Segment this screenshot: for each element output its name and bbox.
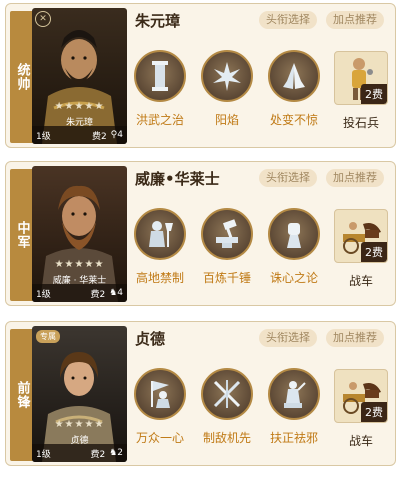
unit-slot[interactable]: 2费 战车 (333, 209, 389, 289)
points-recommend-button[interactable]: 加点推荐 (326, 329, 384, 347)
unit-cost: 2费 (361, 402, 387, 422)
general-card: 前锋 专属 ★★★★★ 贞德 1级 费2 ♞ 2 贞德 头衔选择 加点推荐 万众… (5, 321, 396, 466)
title-select-button[interactable]: 头衔选择 (259, 169, 317, 187)
skill-label: 处变不惊 (269, 113, 318, 127)
pillar-icon (134, 50, 186, 102)
star-rating: ★★★★★ (54, 101, 105, 112)
warrior-axe-icon (134, 208, 186, 260)
general-card: 统帅 ✕ ★★★★★ 朱元璋 1级 费2 ⚲ 4 朱元璋 头衔选择 加点推荐 洪… (5, 3, 396, 148)
portrait-footer: 1级 费2 ⚲ 4 (32, 126, 127, 144)
skill-label: 百炼千锤 (202, 271, 251, 285)
points-recommend-button[interactable]: 加点推荐 (326, 169, 384, 187)
raised-fist-icon (268, 208, 320, 260)
unit-slot[interactable]: 2费 战车 (333, 369, 389, 449)
capacity-label: 4 (117, 130, 123, 140)
portrait-footer: 1级 费2 ♞ 2 (32, 444, 127, 462)
general-portrait[interactable]: ✕ ★★★★★ 朱元璋 1级 费2 ⚲ 4 (32, 8, 127, 144)
sun-flame-icon (201, 50, 253, 102)
skill-slot[interactable]: 扶正祛邪 (266, 368, 322, 446)
general-portrait[interactable]: 专属 ★★★★★ 贞德 1级 费2 ♞ 2 (32, 326, 127, 462)
skill-slot[interactable]: 万众一心 (132, 368, 188, 446)
unit-cost: 2费 (361, 242, 387, 262)
points-recommend-button[interactable]: 加点推荐 (326, 11, 384, 29)
star-rating: ★★★★★ (54, 419, 105, 430)
praying-hands-icon (268, 50, 320, 102)
level-label: 1级 (36, 131, 51, 142)
anvil-hammer-icon (201, 208, 253, 260)
unit-label: 战车 (348, 274, 373, 288)
close-icon[interactable]: ✕ (35, 11, 51, 27)
skill-label: 万众一心 (135, 431, 184, 445)
role-label: 统帅 (10, 11, 34, 143)
banner-bearer-icon (134, 368, 186, 420)
portrait-footer: 1级 费2 ♞ 4 (32, 284, 127, 302)
general-card: 中军 ★★★★★ 威廉 · 华莱士 1级 费2 ♞ 4 威廉•华莱士 头衔选择 … (5, 161, 396, 306)
skill-slot[interactable]: 百炼千锤 (199, 208, 255, 286)
exclusive-badge: 专属 (36, 330, 60, 343)
capacity-label: 4 (117, 288, 123, 298)
title-select-button[interactable]: 头衔选择 (259, 329, 317, 347)
role-label: 前锋 (10, 329, 34, 461)
skill-label: 扶正祛邪 (269, 431, 318, 445)
chariot-icon: 2费 (334, 209, 388, 263)
skill-slot[interactable]: 处变不惊 (266, 50, 322, 128)
horse-icon: ♞ (109, 288, 118, 298)
skill-slot[interactable]: 诛心之论 (266, 208, 322, 286)
statue-icon (268, 368, 320, 420)
skill-slot[interactable]: 阳焰 (199, 50, 255, 128)
cost-label: 费2 (91, 131, 107, 142)
horse-icon: ♞ (109, 448, 118, 458)
skill-label: 诛心之论 (269, 271, 318, 285)
general-portrait[interactable]: ★★★★★ 威廉 · 华莱士 1级 费2 ♞ 4 (32, 166, 127, 302)
general-name: 朱元璋 (135, 12, 181, 30)
crossed-swords-icon (201, 368, 253, 420)
unit-label: 投石兵 (342, 116, 379, 130)
unit-cost: 2费 (361, 84, 387, 104)
skill-slot[interactable]: 高地禁制 (132, 208, 188, 286)
skill-slot[interactable]: 制敌机先 (199, 368, 255, 446)
capacity-label: 2 (117, 448, 123, 458)
level-label: 1级 (36, 289, 51, 300)
troop-icon: ⚲ (110, 130, 118, 140)
skill-label: 洪武之治 (135, 113, 184, 127)
stone-thrower-icon: 2费 (334, 51, 388, 105)
star-rating: ★★★★★ (54, 259, 105, 270)
cost-label: 费2 (90, 449, 106, 460)
role-label: 中军 (10, 169, 34, 301)
chariot-icon: 2费 (334, 369, 388, 423)
general-name: 贞德 (135, 330, 166, 348)
skill-slot[interactable]: 洪武之治 (132, 50, 188, 128)
skill-label: 阳焰 (214, 113, 239, 127)
title-select-button[interactable]: 头衔选择 (259, 11, 317, 29)
skill-label: 高地禁制 (135, 271, 184, 285)
unit-slot[interactable]: 2费 投石兵 (333, 51, 389, 131)
level-label: 1级 (36, 449, 51, 460)
unit-label: 战车 (348, 434, 373, 448)
skill-label: 制敌机先 (202, 431, 251, 445)
general-name: 威廉•华莱士 (135, 170, 220, 188)
cost-label: 费2 (90, 289, 106, 300)
